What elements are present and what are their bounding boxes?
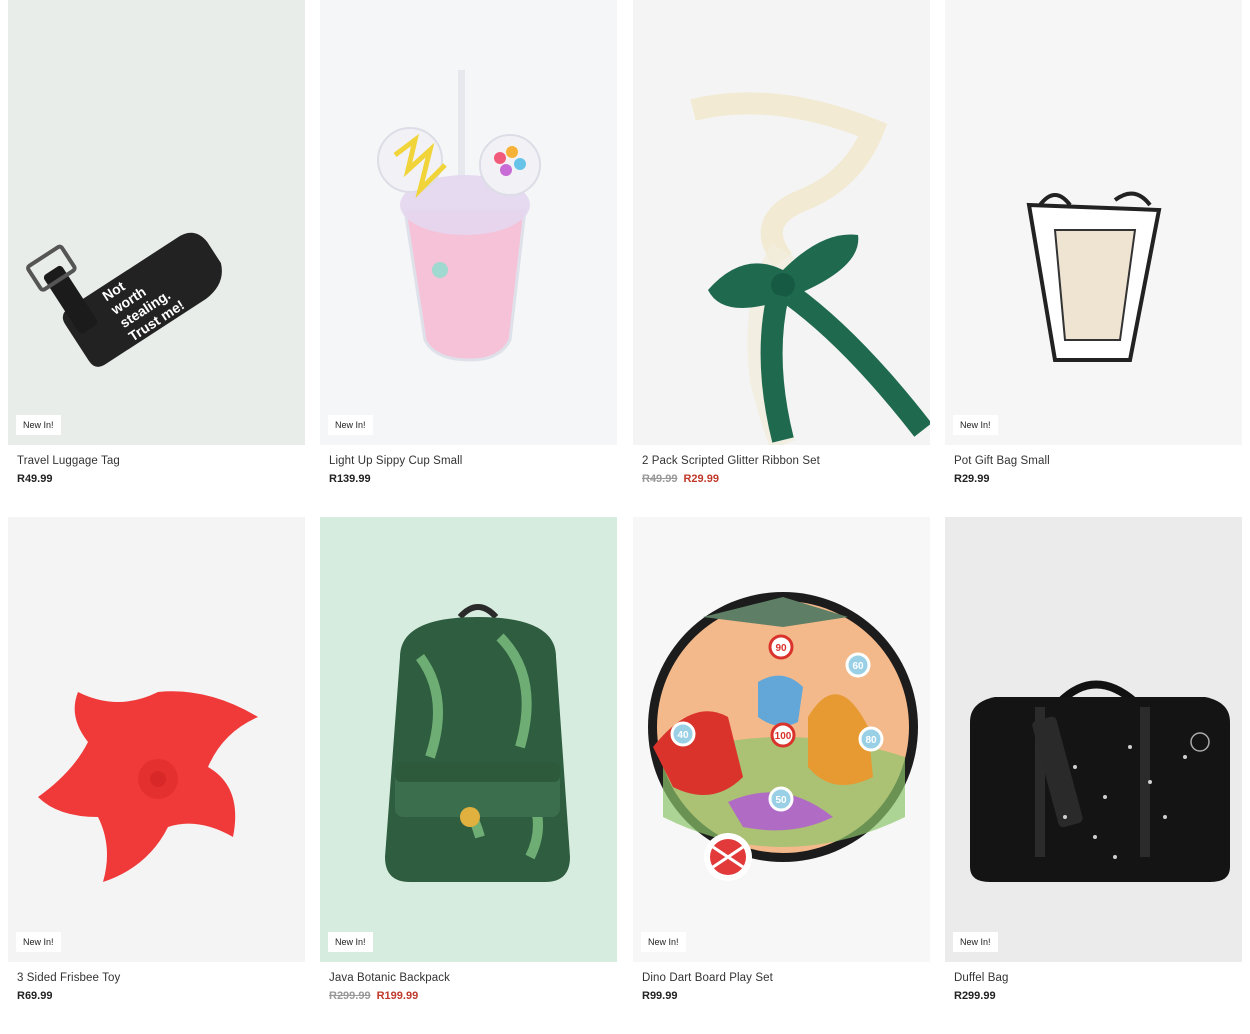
target-number: 40 — [677, 730, 689, 741]
product-price: R49.99 — [17, 473, 53, 485]
product-card[interactable]: New In! Pot Gift Bag Small R29.99 — [945, 0, 1242, 485]
product-price: R299.99 R199.99 — [329, 990, 617, 1002]
original-price: R49.99 — [642, 473, 678, 485]
backpack-image[interactable]: New In! — [320, 517, 617, 962]
ribbon-image[interactable] — [633, 0, 930, 445]
product-card[interactable]: New In! Duffel Bag R299.99 — [945, 517, 1242, 1002]
original-price: R299.99 — [329, 990, 371, 1002]
product-card[interactable]: 90 60 40 100 80 50 New In! Dino Dart Boa… — [633, 517, 930, 1002]
sippy-cup-image[interactable]: New In! — [320, 0, 617, 445]
new-in-badge: New In! — [953, 415, 998, 435]
product-price: R69.99 — [17, 990, 53, 1002]
product-name[interactable]: 2 Pack Scripted Glitter Ribbon Set — [642, 455, 930, 467]
product-name[interactable]: Light Up Sippy Cup Small — [329, 455, 617, 467]
product-price: R299.99 — [954, 990, 996, 1002]
product-name[interactable]: 3 Sided Frisbee Toy — [17, 972, 305, 984]
product-name[interactable]: Travel Luggage Tag — [17, 455, 305, 467]
product-name[interactable]: Java Botanic Backpack — [329, 972, 617, 984]
product-grid: Not worth stealing. Trust me! New In! Tr… — [0, 0, 1250, 1034]
gift-bag-image[interactable]: New In! — [945, 0, 1242, 445]
product-card[interactable]: Not worth stealing. Trust me! New In! Tr… — [8, 0, 305, 485]
product-price: R49.99 R29.99 — [642, 473, 930, 485]
product-card[interactable]: New In! Java Botanic Backpack R299.99 R19… — [320, 517, 617, 1002]
product-card[interactable]: 2 Pack Scripted Glitter Ribbon Set R49.9… — [633, 0, 930, 485]
dart-board-image[interactable]: 90 60 40 100 80 50 New In! — [633, 517, 930, 962]
new-in-badge: New In! — [328, 415, 373, 435]
target-number: 60 — [852, 661, 864, 672]
new-in-badge: New In! — [16, 415, 61, 435]
product-price: R99.99 — [642, 990, 678, 1002]
product-card[interactable]: New In! Light Up Sippy Cup Small R139.99 — [320, 0, 617, 485]
product-price: R29.99 — [954, 473, 990, 485]
product-card[interactable]: New In! 3 Sided Frisbee Toy R69.99 — [8, 517, 305, 1002]
sale-price: R29.99 — [683, 473, 719, 485]
new-in-badge: New In! — [641, 932, 686, 952]
target-number: 80 — [865, 735, 877, 746]
sale-price: R199.99 — [376, 990, 419, 1002]
target-number: 90 — [775, 643, 787, 654]
target-number: 50 — [775, 795, 787, 806]
product-name[interactable]: Dino Dart Board Play Set — [642, 972, 930, 984]
new-in-badge: New In! — [328, 932, 373, 952]
new-in-badge: New In! — [953, 932, 998, 952]
target-number: 100 — [775, 731, 792, 742]
duffel-bag-image[interactable]: New In! — [945, 517, 1242, 962]
new-in-badge: New In! — [16, 932, 61, 952]
product-price: R139.99 — [329, 473, 371, 485]
luggage-tag-image[interactable]: Not worth stealing. Trust me! New In! — [8, 0, 305, 445]
product-name[interactable]: Duffel Bag — [954, 972, 1242, 984]
frisbee-image[interactable]: New In! — [8, 517, 305, 962]
product-name[interactable]: Pot Gift Bag Small — [954, 455, 1242, 467]
